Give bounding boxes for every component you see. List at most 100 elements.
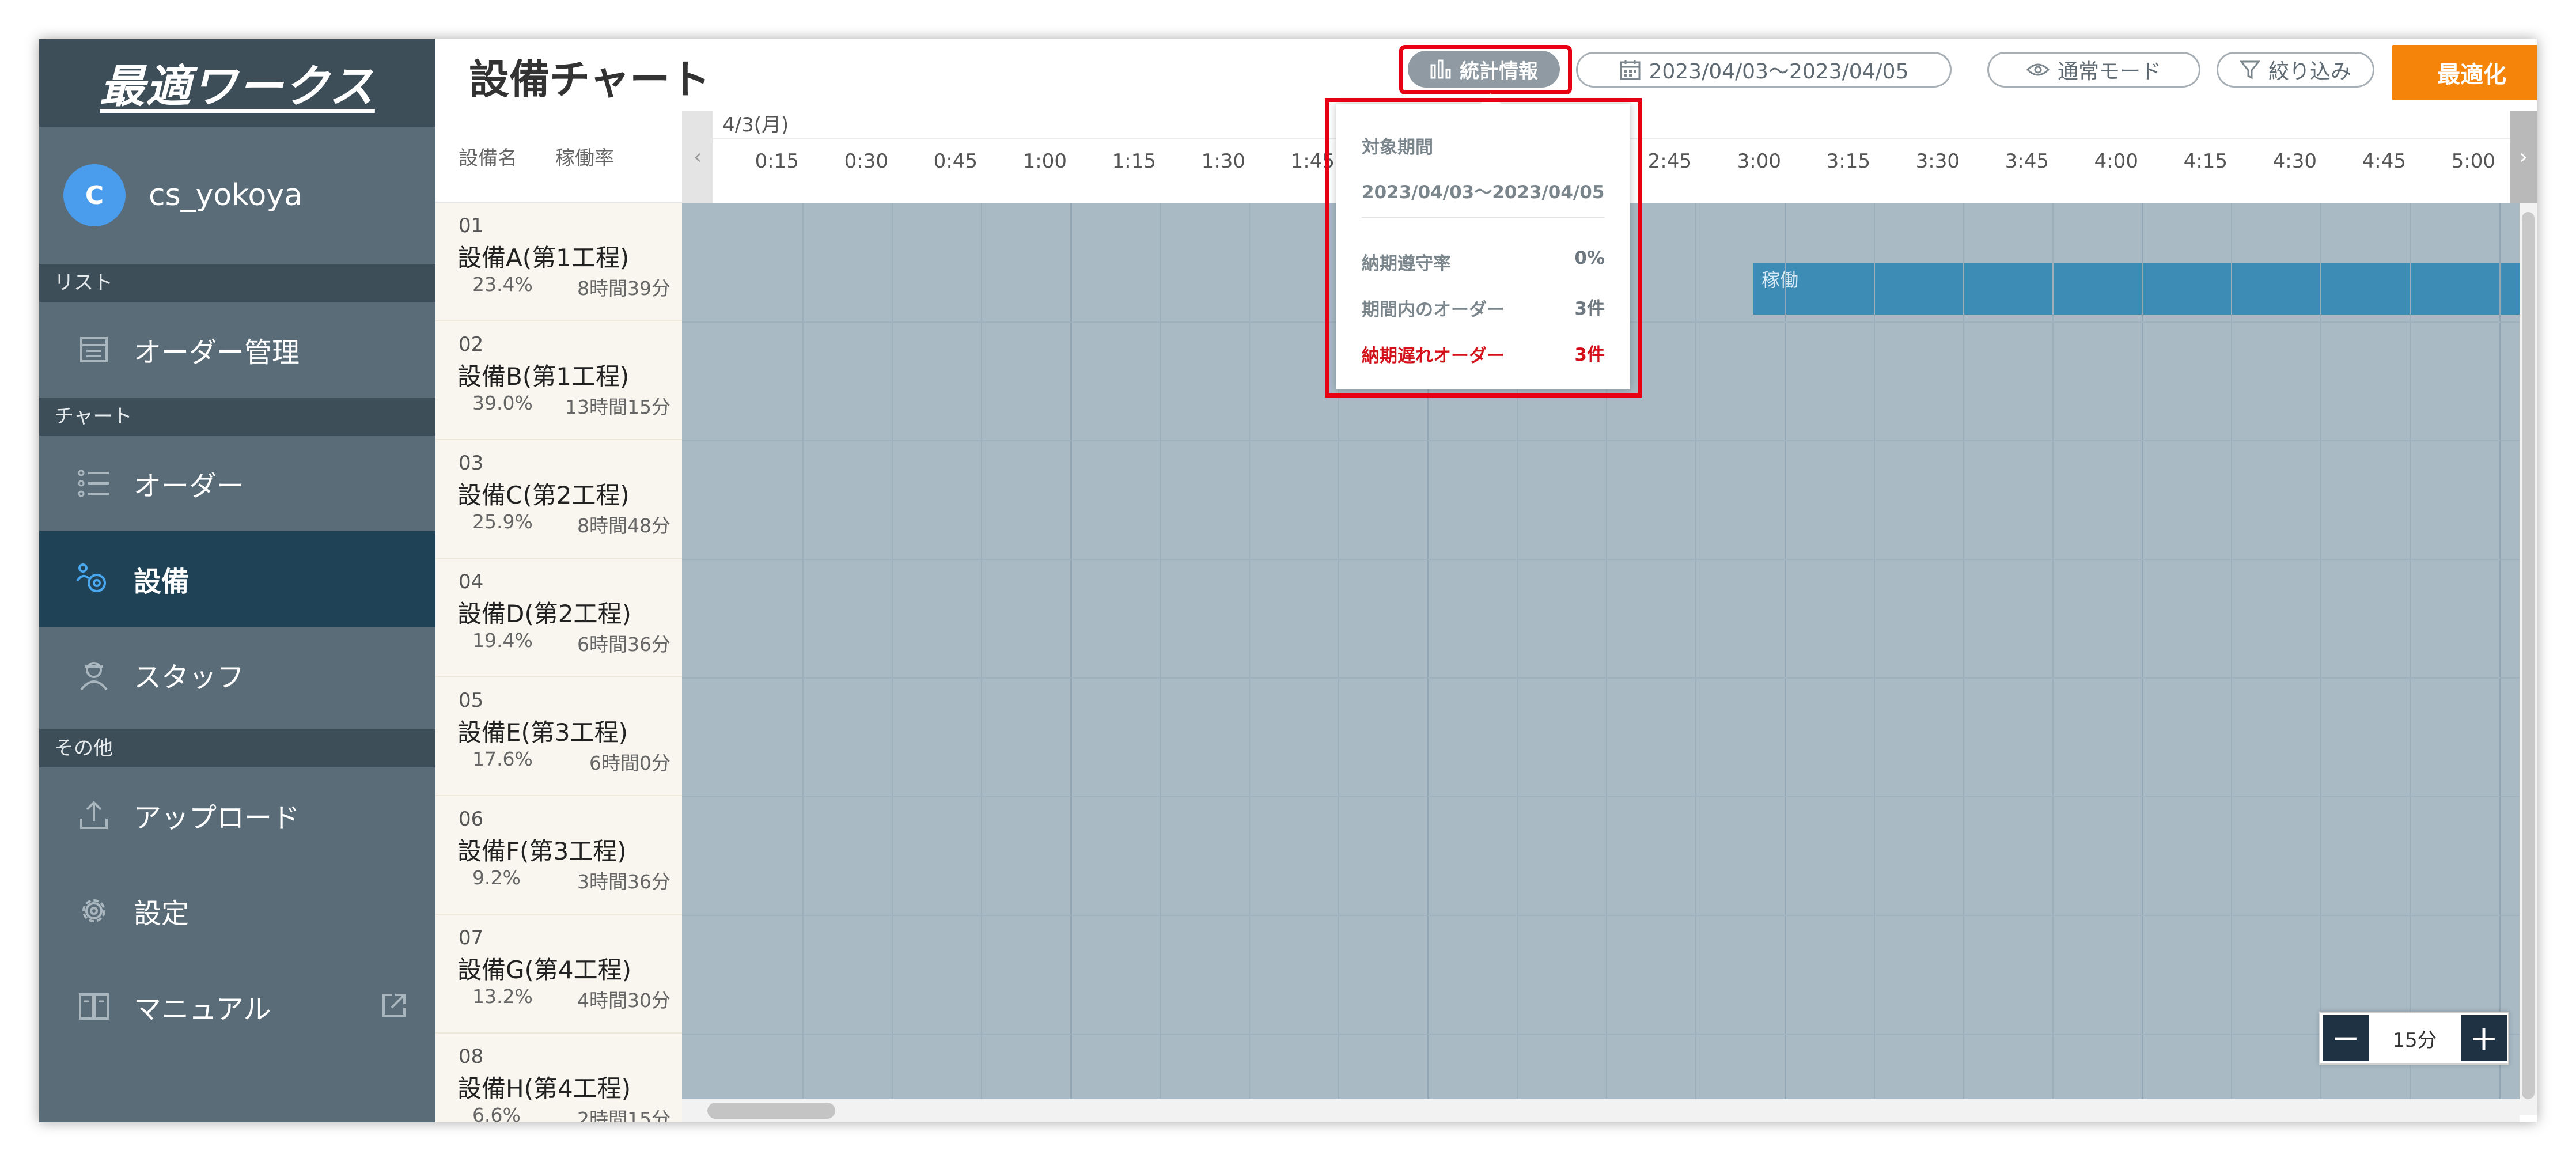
device-number: 07	[459, 926, 484, 949]
device-row[interactable]: 08 設備H(第4工程) 6.6% 2時間15分	[435, 1034, 682, 1122]
zoom-out-button[interactable]: −	[2323, 1015, 2369, 1061]
grid-line	[2142, 203, 2143, 1115]
device-number: 02	[459, 333, 484, 356]
device-list: 01 設備A(第1工程) 23.4% 8時間39分 02 設備B(第1工程) 39.0% 1…	[435, 203, 682, 1122]
device-name: 設備D(第2工程)	[457, 600, 631, 628]
zoom-level: 15分	[2392, 1028, 2437, 1052]
list-table-icon	[75, 331, 113, 369]
device-rate: 19.4%	[472, 629, 533, 652]
brand-logo[interactable]: 最適ワークス	[39, 39, 435, 127]
sidebar-item-manual[interactable]: マニュアル	[39, 959, 435, 1054]
column-name-header: 設備名	[459, 146, 517, 170]
page-title: 設備チャート	[469, 56, 711, 103]
grid-line	[2231, 203, 2232, 1115]
eye-icon	[2026, 63, 2050, 76]
sidebar-item-order-management[interactable]: オーダー管理	[39, 302, 435, 398]
filter-label: 絞り込み	[2268, 60, 2351, 84]
device-row[interactable]: 01 設備A(第1工程) 23.4% 8時間39分	[435, 203, 682, 321]
filter-button[interactable]: 絞り込み	[2217, 52, 2374, 88]
device-row[interactable]: 07 設備G(第4工程) 13.2% 4時間30分	[435, 915, 682, 1034]
device-row[interactable]: 04 設備D(第2工程) 19.4% 6時間36分	[435, 559, 682, 677]
date-range-label: 2023/04/03〜2023/04/05	[1649, 60, 1909, 84]
device-name: 設備G(第4工程)	[457, 956, 632, 984]
grid-line	[981, 203, 982, 1115]
grid-line	[1785, 203, 1786, 1115]
vertical-scroll-thumb[interactable]	[2522, 212, 2535, 1099]
view-mode-label: 通常モード	[2057, 60, 2161, 84]
sidebar-item-label: スタッフ	[134, 661, 245, 694]
user-profile[interactable]: C cs_yokoya	[39, 127, 435, 264]
device-number: 06	[459, 808, 484, 831]
gear-people-icon	[75, 560, 113, 598]
device-name: 設備A(第1工程)	[457, 244, 630, 272]
device-hours: 6時間36分	[577, 633, 670, 656]
timeline-tick: 0:45	[933, 150, 978, 173]
external-link-icon	[381, 993, 407, 1020]
timeline-tick: 1:15	[1112, 150, 1156, 173]
device-hours: 8時間39分	[577, 277, 670, 300]
device-name: 設備B(第1工程)	[457, 362, 630, 391]
grid-line	[1874, 203, 1875, 1115]
device-hours: 6時間0分	[589, 752, 670, 774]
device-name: 設備E(第3工程)	[457, 718, 628, 747]
device-number: 05	[459, 689, 484, 712]
calendar-icon	[1620, 60, 1640, 80]
sidebar: 最適ワークス C cs_yokoya リスト オーダー管理 チャート オーダー …	[39, 39, 435, 1122]
book-icon	[75, 987, 113, 1025]
grid-line	[2410, 203, 2411, 1115]
device-hours: 4時間30分	[577, 989, 670, 1012]
sidebar-item-settings[interactable]: 設定	[39, 863, 435, 959]
sidebar-item-upload[interactable]: アップロード	[39, 767, 435, 863]
view-mode-button[interactable]: 通常モード	[1987, 52, 2200, 88]
device-row[interactable]: 05 設備E(第3工程) 17.6% 6時間0分	[435, 677, 682, 796]
upload-icon	[75, 796, 113, 834]
sidebar-item-staff[interactable]: スタッフ	[39, 627, 435, 722]
brand-logo-text: 最適ワークス	[100, 61, 375, 113]
optimize-button[interactable]: 最適化	[2392, 45, 2537, 100]
device-rate: 17.6%	[472, 748, 533, 770]
app-window: 最適ワークス C cs_yokoya リスト オーダー管理 チャート オーダー …	[39, 39, 2537, 1122]
row-line	[682, 1034, 2520, 1035]
grid-line	[2320, 203, 2321, 1115]
section-other: その他	[39, 729, 435, 767]
device-rate: 6.6%	[472, 1104, 521, 1122]
device-number: 03	[459, 452, 484, 475]
horizontal-scrollbar[interactable]	[682, 1099, 2520, 1122]
avatar: C	[63, 164, 126, 226]
list-icon	[75, 464, 113, 502]
date-range-button[interactable]: 2023/04/03〜2023/04/05	[1576, 52, 1952, 88]
gear-icon	[75, 892, 113, 930]
stats-button-highlight	[1399, 45, 1572, 94]
row-line	[682, 440, 2520, 441]
sidebar-item-equipment[interactable]: 設備	[39, 531, 435, 627]
device-hours: 13時間15分	[565, 396, 670, 418]
section-chart: チャート	[39, 398, 435, 436]
device-number: 04	[459, 570, 484, 593]
sidebar-item-label: オーダー管理	[134, 336, 300, 369]
device-row[interactable]: 06 設備F(第3工程) 9.2% 3時間36分	[435, 796, 682, 915]
device-hours: 8時間48分	[577, 514, 670, 537]
timeline-tick: 3:00	[1737, 150, 1781, 173]
grid-line	[2499, 203, 2501, 1115]
sidebar-item-label: マニュアル	[134, 993, 271, 1025]
horizontal-scroll-thumb[interactable]	[707, 1103, 835, 1119]
device-rate: 39.0%	[472, 392, 533, 414]
grid-line	[1070, 203, 1072, 1115]
device-rate: 23.4%	[472, 273, 533, 296]
worker-icon	[75, 656, 113, 694]
sidebar-item-order[interactable]: オーダー	[39, 436, 435, 531]
timeline-next-button[interactable]: ›	[2510, 111, 2537, 203]
section-list: リスト	[39, 264, 435, 302]
timeline-prev-button[interactable]: ‹	[682, 111, 713, 203]
device-row[interactable]: 02 設備B(第1工程) 39.0% 13時間15分	[435, 321, 682, 440]
timeline-tick: 0:30	[844, 150, 888, 173]
timeline-tick: 4:00	[2094, 150, 2138, 173]
gantt-bar[interactable]: 稼働	[1753, 263, 2520, 315]
device-row[interactable]: 03 設備C(第2工程) 25.9% 8時間48分	[435, 440, 682, 559]
grid-line	[1963, 203, 1964, 1115]
timeline-tick: 2:45	[1647, 150, 1692, 173]
timeline-tick: 4:30	[2272, 150, 2317, 173]
grid-line	[1160, 203, 1161, 1115]
zoom-in-button[interactable]: +	[2461, 1015, 2507, 1061]
grid-line	[1695, 203, 1696, 1115]
